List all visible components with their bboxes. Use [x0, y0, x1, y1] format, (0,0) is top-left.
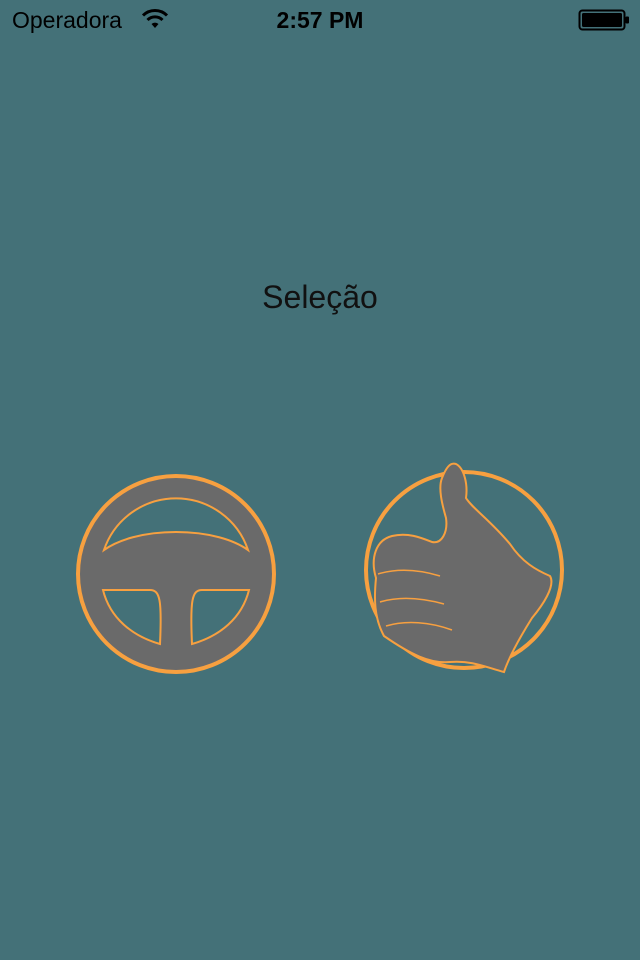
- steering-wheel-icon: [76, 474, 276, 674]
- thumbs-up-button[interactable]: [360, 458, 570, 676]
- steering-wheel-button[interactable]: [74, 472, 278, 676]
- clock: 2:57 PM: [276, 7, 364, 33]
- battery-icon: [578, 9, 629, 31]
- page-title: Seleção: [262, 279, 378, 315]
- status-bar: Operadora 2:57 PM: [0, 0, 640, 40]
- thumbs-up-icon: [364, 462, 564, 674]
